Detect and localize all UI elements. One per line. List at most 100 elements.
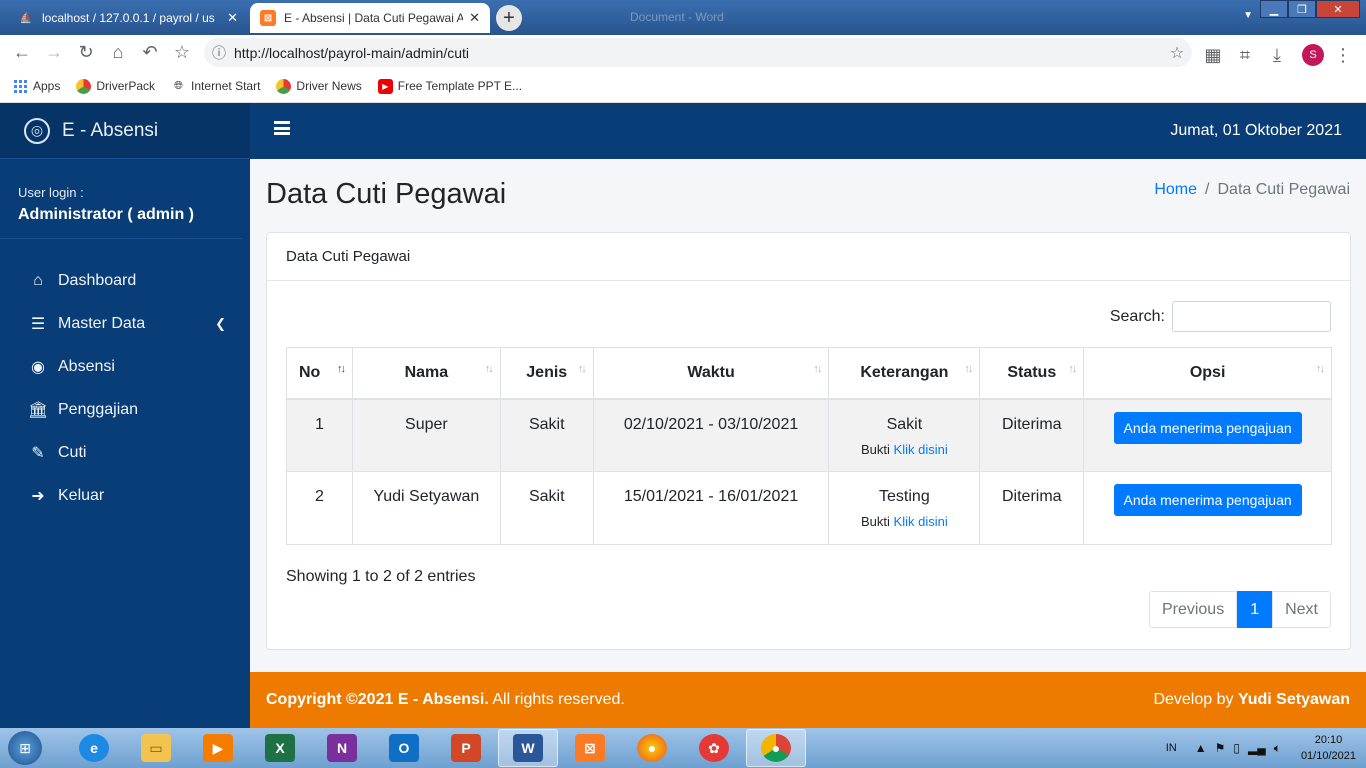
breadcrumb-home-link[interactable]: Home (1154, 181, 1197, 198)
previous-button[interactable]: Previous (1148, 591, 1238, 628)
cell-opsi: Anda menerima pengajuan (1083, 471, 1332, 545)
download-icon[interactable]: ⤓ (1264, 39, 1290, 71)
breadcrumb-current: Data Cuti Pegawai (1217, 181, 1350, 198)
firefox-icon: ● (637, 734, 667, 762)
bookmark-driver-news[interactable]: Driver News (276, 78, 362, 94)
fingerprint-icon: ◉ (31, 358, 45, 376)
sort-icon: ↑↓ (964, 363, 973, 375)
minimize-button[interactable]: ▁ (1260, 0, 1288, 18)
bukti-link[interactable]: Klik disini (894, 442, 948, 457)
bookmark-free-template[interactable]: ▶ Free Template PPT E... (377, 78, 522, 94)
extensions-icon[interactable]: ▦ (1200, 39, 1226, 71)
bookmark-internet-start[interactable]: 🌐︎ Internet Start (171, 79, 260, 94)
battery-icon[interactable]: ▯ (1233, 741, 1240, 755)
cell-jenis: Sakit (499, 471, 594, 545)
brand[interactable]: ◎ E - Absensi (0, 103, 250, 159)
sort-icon: ↑↓ (813, 363, 822, 375)
star-icon[interactable]: ☆ (1162, 43, 1192, 63)
page-1-button[interactable]: 1 (1237, 591, 1273, 628)
column-label: Jenis (526, 363, 568, 381)
sidebar-item-absensi[interactable]: ◉ Absensi (0, 345, 250, 388)
accept-status-button[interactable]: Anda menerima pengajuan (1113, 411, 1302, 444)
copyright: Copyright ©2021 E - Absensi. All rights … (266, 691, 625, 709)
sidebar-item-keluar[interactable]: ➜ Keluar (0, 474, 250, 517)
sidebar-item-master-data[interactable]: ☰ Master Data ❮ (0, 302, 250, 345)
site-info-icon[interactable]: ⓘ (204, 43, 234, 63)
taskbar-firefox[interactable]: ● (622, 729, 682, 767)
next-button[interactable]: Next (1272, 591, 1331, 628)
fingerprint-icon: ◎ (24, 117, 50, 144)
language-indicator[interactable]: IN (1166, 742, 1177, 754)
taskbar-xampp[interactable]: ⊠ (560, 729, 620, 767)
search-input[interactable] (1172, 301, 1331, 332)
bookmark-driverpack[interactable]: DriverPack (76, 78, 156, 94)
globe-icon: 🌐︎ (174, 79, 183, 92)
bookmark-label: DriverPack (96, 79, 156, 93)
taskbar-excel[interactable]: X (250, 729, 310, 767)
close-window-button[interactable]: ✕ (1316, 0, 1360, 18)
browser-tab-bar: ⛵ localhost / 127.0.0.1 / payrol / us ✕ … (0, 0, 1366, 35)
action-center-flag-icon[interactable]: ⚑ (1215, 741, 1226, 755)
maximize-button[interactable]: ❐ (1288, 0, 1316, 18)
sidebar-item-label: Cuti (58, 443, 87, 461)
tab-phpmyadmin[interactable]: ⛵ localhost / 127.0.0.1 / payrol / us ✕ (8, 3, 248, 33)
hamburger-menu-icon[interactable] (274, 121, 290, 135)
forward-icon[interactable]: → (38, 37, 70, 69)
column-header-nama[interactable]: Nama ↑↓ (351, 347, 501, 400)
sidebar-item-cuti[interactable]: ✎ Cuti (0, 431, 250, 474)
column-label: Waktu (687, 363, 735, 381)
list-icon: ☰ (30, 315, 46, 333)
column-header-keterangan[interactable]: Keterangan ↑↓ (828, 347, 981, 400)
show-hidden-icons-icon[interactable]: ▲ (1195, 741, 1207, 755)
bukti-link[interactable]: Klik disini (894, 514, 948, 529)
sidebar-item-penggajian[interactable]: 🏛︎ Penggajian (0, 388, 250, 431)
taskbar-powerpoint[interactable]: P (436, 729, 496, 767)
column-header-opsi[interactable]: Opsi ↑↓ (1083, 347, 1332, 400)
url-text[interactable]: http://localhost/payrol-main/admin/cuti (234, 45, 1162, 61)
undo-icon[interactable]: ↶ (134, 37, 166, 69)
new-tab-button[interactable]: + (496, 5, 522, 31)
column-header-status[interactable]: Status ↑↓ (979, 347, 1085, 400)
taskbar-app-red[interactable]: ✿ (684, 729, 744, 767)
home-icon: ⌂ (33, 271, 43, 289)
taskbar-onenote[interactable]: N (312, 729, 372, 767)
accept-status-button[interactable]: Anda menerima pengajuan (1113, 484, 1302, 516)
taskbar-chrome[interactable]: ● (746, 729, 806, 767)
sidebar-item-label: Penggajian (58, 400, 139, 418)
clock[interactable]: 20:10 01/10/2021 (1301, 732, 1356, 764)
menu-kebab-icon[interactable]: ⋮ (1330, 39, 1356, 71)
network-icon[interactable]: ▂▄ (1248, 741, 1266, 755)
bookmark-star-icon[interactable]: ☆ (166, 37, 198, 69)
cell-waktu: 15/01/2021 - 16/01/2021 (592, 471, 830, 545)
profile-avatar[interactable]: S (1302, 44, 1324, 66)
back-icon[interactable]: ← (6, 37, 38, 69)
volume-icon[interactable]: 🔈︎ (1274, 741, 1281, 756)
taskbar-explorer[interactable]: ▭ (126, 729, 186, 767)
develop-prefix: Develop by (1153, 691, 1238, 708)
column-label: Keterangan (860, 363, 949, 381)
close-tab-icon[interactable]: ✕ (227, 10, 238, 26)
tab-search-icon[interactable]: ▼ (1243, 10, 1253, 21)
column-header-no[interactable]: No ↑↓ (286, 347, 353, 400)
sort-icon: ↑↓ (1316, 363, 1325, 375)
taskbar-media-player[interactable]: ▶ (188, 729, 248, 767)
start-button[interactable]: ⊞ (0, 728, 50, 768)
close-tab-icon[interactable]: ✕ (469, 10, 480, 26)
home-icon[interactable]: ⌂ (102, 37, 134, 69)
cell-nama: Yudi Setyawan (351, 471, 501, 545)
sidebar-item-dashboard[interactable]: ⌂ Dashboard (0, 259, 250, 302)
tab-e-absensi[interactable]: ⊠ E - Absensi | Data Cuti Pegawai A ✕ (250, 3, 490, 33)
taskbar-ie[interactable]: e (64, 729, 124, 767)
cuti-table: No ↑↓ Nama ↑↓ Jenis ↑↓ Waktu ↑↓ Keterangan ↑↓… (286, 347, 1332, 545)
cell-status: Diterima (979, 471, 1085, 545)
column-header-waktu[interactable]: Waktu ↑↓ (592, 347, 830, 400)
sign-out-icon: ➜ (31, 487, 45, 505)
window-controls: ▁ ❐ ✕ (1260, 0, 1360, 18)
crop-icon[interactable]: ⌗ (1232, 39, 1258, 71)
taskbar-word[interactable]: W (498, 729, 558, 767)
column-header-jenis[interactable]: Jenis ↑↓ (499, 347, 594, 400)
bookmark-apps[interactable]: Apps (14, 79, 60, 93)
address-bar[interactable]: ⓘ http://localhost/payrol-main/admin/cut… (204, 38, 1192, 67)
taskbar-outlook[interactable]: O (374, 729, 434, 767)
reload-icon[interactable]: ↻ (70, 37, 102, 69)
